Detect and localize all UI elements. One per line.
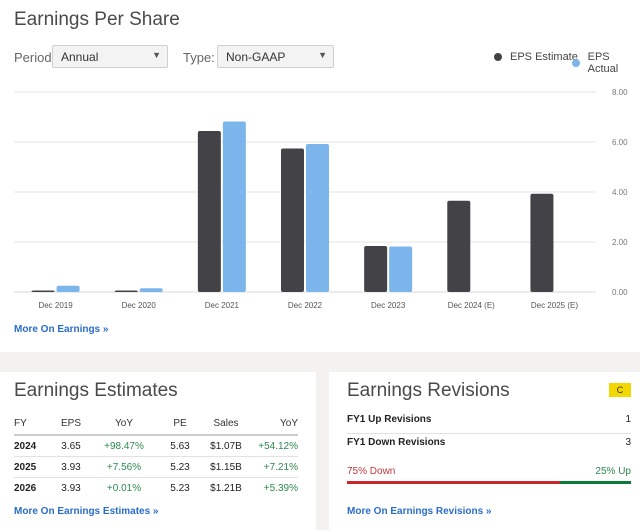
type-value: Non-GAAP <box>226 50 286 64</box>
x-tick-label: Dec 2021 <box>205 301 240 310</box>
revisions-up-segment <box>560 481 631 484</box>
y-tick-label: 4.00 <box>612 188 628 197</box>
x-tick-label: Dec 2023 <box>371 301 406 310</box>
cell-sales-yoy: +5.39% <box>263 483 298 494</box>
col-sales-yoy: YoY <box>252 418 298 436</box>
cell-eps-yoy: +7.56% <box>88 456 160 478</box>
cell-fy: 2024 <box>14 435 54 457</box>
type-label: Type: <box>183 50 215 65</box>
cell-pe: 5.23 <box>160 456 200 478</box>
revisions-ratio-bar <box>347 481 631 484</box>
cell-eps-yoy: +98.47% <box>88 435 160 457</box>
x-tick-label: Dec 2024 (E) <box>448 301 495 310</box>
cell-eps: 3.65 <box>54 435 88 457</box>
down-revisions-value: 3 <box>625 437 631 448</box>
fy1-down-revisions-row: FY1 Down Revisions 3 <box>347 437 631 448</box>
fy1-up-revisions-row: FY1 Up Revisions 1 <box>347 414 631 434</box>
bar-eps-actual[interactable] <box>222 121 246 293</box>
cell-eps-yoy: +0.01% <box>106 483 142 494</box>
cell-fy: 2025 <box>14 456 54 478</box>
x-tick-label: Dec 2019 <box>38 301 73 310</box>
bar-eps-estimate[interactable] <box>281 148 304 293</box>
dropdown-arrow-icon: ▼ <box>152 50 161 60</box>
dropdown-arrow-icon: ▼ <box>318 50 327 60</box>
eps-panel: Earnings Per Share Period: Annual ▼ Type… <box>0 0 640 352</box>
bar-eps-actual[interactable] <box>139 288 163 292</box>
up-revisions-value: 1 <box>625 414 631 425</box>
bar-eps-estimate[interactable] <box>197 131 221 292</box>
bar-eps-actual[interactable] <box>389 246 413 293</box>
cell-sales: $1.07B <box>200 435 252 457</box>
period-label: Period: <box>14 50 56 65</box>
legend-estimate-marker-icon <box>494 53 502 61</box>
bar-eps-actual[interactable] <box>56 285 80 292</box>
cell-sales: $1.15B <box>200 456 252 478</box>
col-pe: PE <box>160 418 200 436</box>
period-value: Annual <box>61 50 99 64</box>
down-revisions-label: FY1 Down Revisions <box>347 437 446 448</box>
revisions-grade-badge: C <box>609 383 631 397</box>
y-tick-label: 0.00 <box>612 288 628 297</box>
cell-sales-yoy: +7.21% <box>252 456 298 478</box>
col-sales: Sales <box>200 418 252 436</box>
cell-eps: 3.93 <box>54 456 88 478</box>
bar-eps-estimate[interactable] <box>447 200 471 292</box>
y-tick-label: 6.00 <box>612 138 628 147</box>
col-eps-yoy: YoY <box>88 418 160 436</box>
x-tick-label: Dec 2022 <box>288 301 323 310</box>
revisions-down-segment <box>347 481 560 484</box>
legend-item-actual[interactable]: EPS Actual <box>572 51 640 75</box>
down-percent-label: 75% Down <box>347 466 396 477</box>
more-on-earnings-estimates-link[interactable]: More On Earnings Estimates » <box>14 506 159 517</box>
cell-sales-yoy: +54.12% <box>252 435 298 457</box>
legend-estimate-label: EPS Estimate <box>510 51 578 63</box>
earnings-estimates-panel: Earnings Estimates FY EPS YoY PE Sales Y… <box>0 372 316 530</box>
table-row: 2025 3.93 +7.56% 5.23 $1.15B +7.21% <box>14 456 298 478</box>
eps-title: Earnings Per Share <box>14 9 180 30</box>
y-tick-label: 8.00 <box>612 88 628 97</box>
bar-eps-actual[interactable] <box>306 144 329 292</box>
cell-sales: $1.21B <box>210 483 242 494</box>
more-on-earnings-revisions-link[interactable]: More On Earnings Revisions » <box>347 506 491 517</box>
up-revisions-label: FY1 Up Revisions <box>347 414 432 425</box>
table-row: 2024 3.65 +98.47% 5.63 $1.07B +54.12% <box>14 435 298 457</box>
bar-eps-estimate[interactable] <box>31 290 55 293</box>
period-select[interactable]: Annual ▼ <box>52 45 168 68</box>
estimates-title: Earnings Estimates <box>14 380 178 401</box>
col-eps: EPS <box>54 418 88 436</box>
cell-pe: 5.63 <box>160 435 200 457</box>
x-tick-label: Dec 2020 <box>122 301 157 310</box>
type-select[interactable]: Non-GAAP ▼ <box>217 45 334 68</box>
y-tick-label: 2.00 <box>612 238 628 247</box>
bar-eps-estimate[interactable] <box>114 290 138 293</box>
legend-actual-marker-icon <box>572 59 580 67</box>
table-row: 2026 3.93 +0.01% 5.23 $1.21B +5.39% <box>14 478 298 499</box>
legend-actual-label: EPS Actual <box>587 51 619 75</box>
col-fy: FY <box>14 418 54 436</box>
eps-chart: Dec 2019 Dec 2020 Dec 2021 Dec 2022 Dec 2023… <box>14 88 628 310</box>
revisions-title: Earnings Revisions <box>347 380 510 401</box>
cell-fy: 2026 <box>14 483 37 494</box>
up-percent-label: 25% Up <box>595 466 631 477</box>
cell-pe: 5.23 <box>170 483 190 494</box>
estimates-table: FY EPS YoY PE Sales YoY 2024 3.65 +98.47… <box>14 418 298 498</box>
bar-eps-estimate[interactable] <box>364 246 388 292</box>
more-on-earnings-link[interactable]: More On Earnings » <box>14 324 108 335</box>
bar-eps-estimate[interactable] <box>530 193 554 292</box>
estimates-header-row: FY EPS YoY PE Sales YoY <box>14 418 298 436</box>
earnings-revisions-panel: Earnings Revisions C FY1 Up Revisions 1 … <box>329 372 640 530</box>
legend-item-estimate[interactable]: EPS Estimate <box>494 51 578 63</box>
cell-eps: 3.93 <box>61 483 81 494</box>
x-tick-label: Dec 2025 (E) <box>531 301 578 310</box>
